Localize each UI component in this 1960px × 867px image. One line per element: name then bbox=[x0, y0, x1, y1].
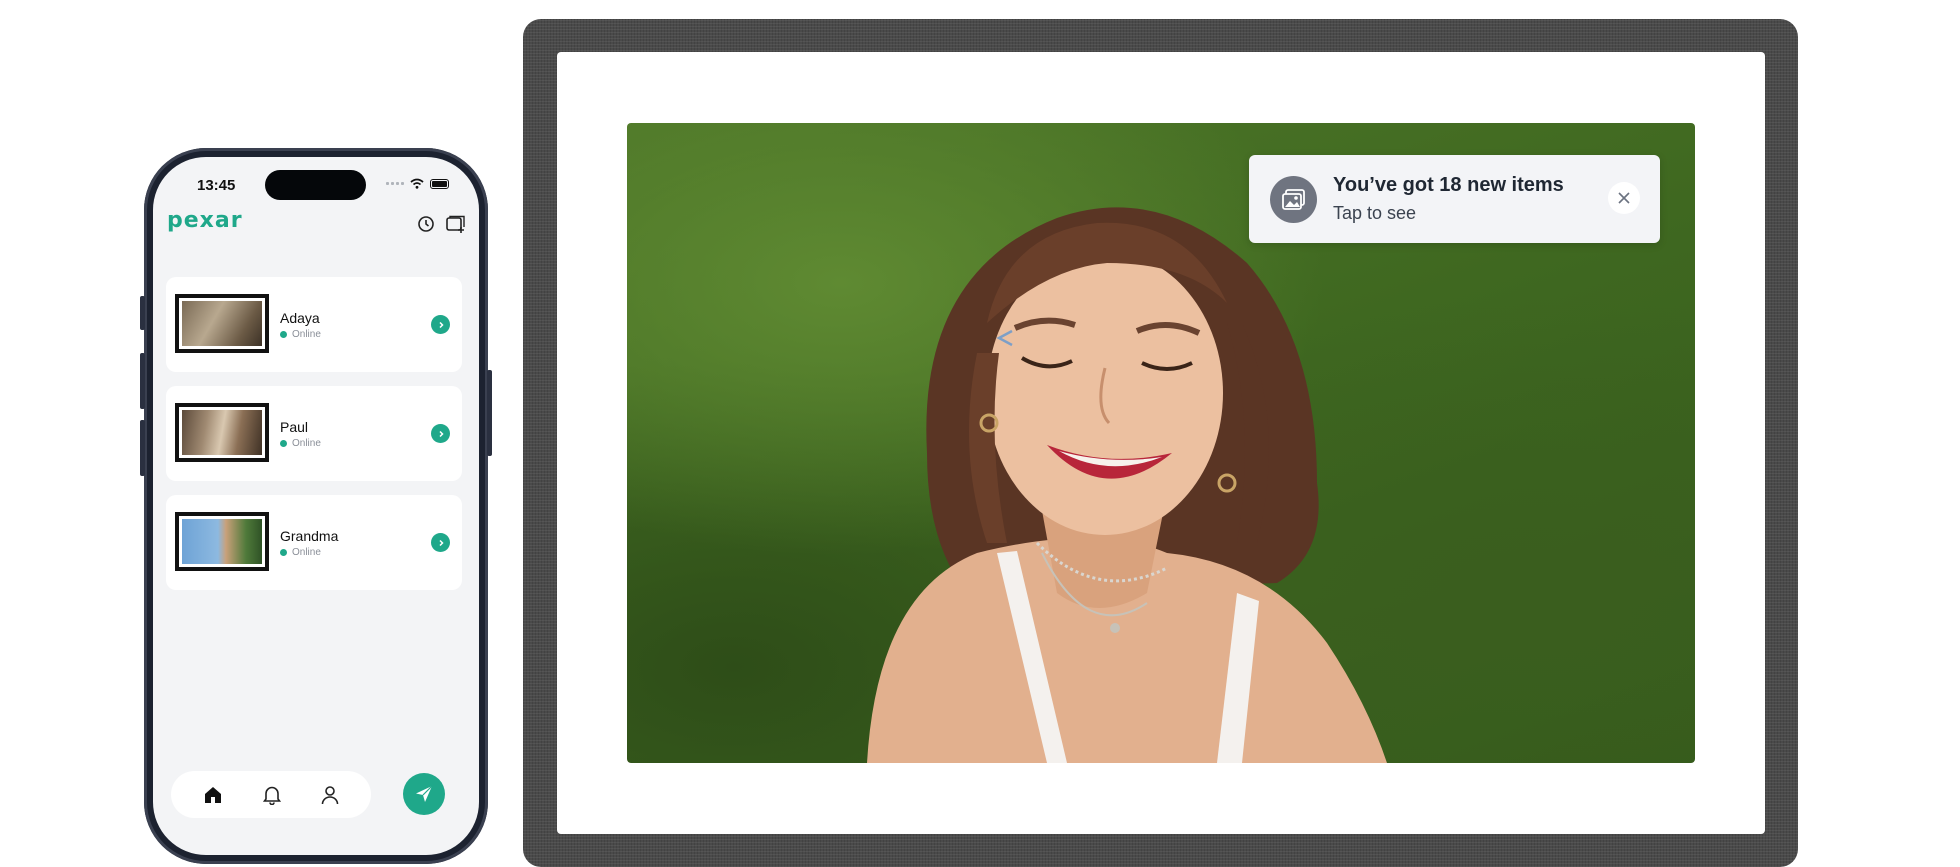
volume-down-button bbox=[140, 420, 145, 476]
online-dot-icon bbox=[280, 440, 287, 447]
bell-icon[interactable] bbox=[263, 785, 281, 805]
close-icon[interactable] bbox=[1608, 182, 1640, 214]
system-icons bbox=[386, 178, 449, 189]
online-status: Online bbox=[280, 438, 321, 449]
signal-icon bbox=[386, 182, 404, 185]
power-button bbox=[487, 370, 492, 456]
volume-up-button bbox=[140, 353, 145, 409]
contact-name: Grandma bbox=[280, 528, 339, 544]
history-icon[interactable] bbox=[417, 215, 435, 233]
notification-title: You’ve got 18 new items bbox=[1333, 174, 1564, 196]
status-bar: 13:45 bbox=[153, 157, 479, 207]
online-status: Online bbox=[280, 547, 321, 558]
send-button[interactable] bbox=[403, 773, 445, 815]
chevron-right-icon[interactable] bbox=[431, 424, 450, 443]
paper-plane-icon bbox=[416, 785, 433, 802]
chevron-right-icon[interactable] bbox=[431, 315, 450, 334]
add-frame-icon[interactable] bbox=[446, 215, 466, 233]
battery-icon bbox=[430, 178, 449, 189]
wifi-icon bbox=[410, 178, 424, 189]
notification-subtitle: Tap to see bbox=[1333, 203, 1417, 223]
frame-thumbnail bbox=[175, 403, 269, 462]
online-dot-icon bbox=[280, 549, 287, 556]
digital-photo-frame bbox=[523, 19, 1798, 867]
app-header: pexar bbox=[166, 207, 466, 243]
contact-name: Paul bbox=[280, 419, 309, 435]
side-button bbox=[140, 296, 145, 330]
frame-card-grandma[interactable]: Grandma Online bbox=[166, 495, 462, 590]
new-items-notification[interactable]: You’ve got 18 new items Tap to see bbox=[1249, 155, 1660, 243]
chevron-right-icon[interactable] bbox=[431, 533, 450, 552]
frame-thumbnail bbox=[175, 294, 269, 353]
phone-screen: 13:45 pexar Adaya Online Paul Online Gra… bbox=[153, 157, 479, 855]
gallery-icon bbox=[1270, 176, 1317, 223]
dynamic-island bbox=[265, 170, 366, 200]
status-time: 13:45 bbox=[197, 177, 236, 194]
frame-card-adaya[interactable]: Adaya Online bbox=[166, 277, 462, 372]
online-status: Online bbox=[280, 329, 321, 340]
frame-thumbnail bbox=[175, 512, 269, 571]
home-icon[interactable] bbox=[203, 785, 223, 805]
contact-name: Adaya bbox=[280, 310, 320, 326]
app-logo: pexar bbox=[167, 208, 243, 233]
online-dot-icon bbox=[280, 331, 287, 338]
bottom-nav bbox=[171, 771, 371, 818]
frame-card-paul[interactable]: Paul Online bbox=[166, 386, 462, 481]
user-icon[interactable] bbox=[321, 785, 339, 805]
phone-device: 13:45 pexar Adaya Online Paul Online Gra… bbox=[140, 148, 492, 864]
